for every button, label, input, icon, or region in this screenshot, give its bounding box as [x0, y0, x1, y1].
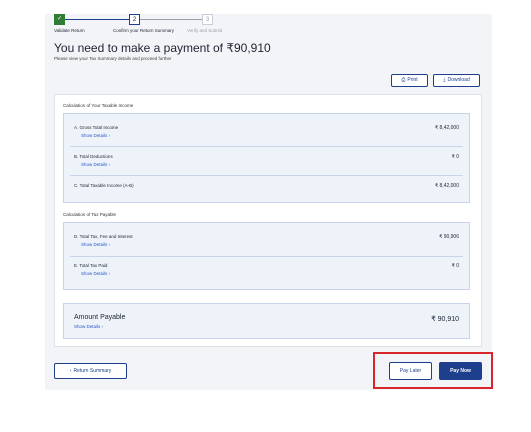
- download-label: Download: [447, 77, 470, 83]
- step-3-indicator: 3: [202, 14, 213, 25]
- step-connector: [140, 19, 202, 20]
- tax-payable-heading: Calculation of Tax Payable: [63, 212, 116, 217]
- return-summary-button[interactable]: ‹ Return Summary: [54, 363, 127, 379]
- table-row: A. Gross Total Income Show Details › ₹ 8…: [64, 114, 469, 144]
- show-details-link[interactable]: Show Details ›: [81, 271, 110, 276]
- chevron-right-icon: ›: [108, 133, 111, 138]
- chevron-left-icon: ‹: [69, 368, 72, 374]
- pay-now-button[interactable]: Pay Now: [439, 362, 482, 380]
- chevron-right-icon: ›: [108, 162, 111, 167]
- table-row: D. Total Tax, Fee and Interest Show Deta…: [64, 223, 469, 255]
- chevron-right-icon: ›: [108, 271, 111, 276]
- total-tax-label: D. Total Tax, Fee and Interest: [74, 234, 133, 239]
- chevron-right-icon: ›: [108, 242, 111, 247]
- progress-stepper: ✓ 2 3 Validate Return Confirm your Retur…: [54, 14, 314, 36]
- show-details-link[interactable]: Show Details ›: [74, 324, 103, 329]
- show-details-link[interactable]: Show Details ›: [81, 242, 110, 247]
- print-label: Print: [407, 77, 418, 83]
- step-connector: [65, 19, 129, 20]
- total-tax-paid-label: E. Total Tax Paid: [74, 263, 108, 268]
- amount-payable-label: Amount Payable: [74, 314, 126, 321]
- table-row: C. Total Taxable Income (A-B) ₹ 8,42,000: [64, 176, 469, 203]
- download-icon: ⤓: [443, 77, 446, 83]
- pay-later-button[interactable]: Pay Later: [389, 362, 432, 380]
- tax-payable-group: D. Total Tax, Fee and Interest Show Deta…: [63, 222, 470, 290]
- total-deductions-value: ₹ 0: [451, 154, 459, 160]
- table-row: E. Total Tax Paid Show Details › ₹ 0: [64, 257, 469, 289]
- step-2-label: Confirm your Return Summary: [113, 28, 175, 33]
- gross-total-income-label: A. Gross Total Income: [74, 125, 119, 130]
- printer-icon: ⎙: [401, 77, 406, 83]
- amount-payable-value: ₹ 90,910: [431, 316, 459, 323]
- gross-total-income-value: ₹ 8,42,000: [434, 125, 459, 131]
- taxable-income-heading: Calculation of Your Taxable Income: [63, 103, 134, 108]
- show-details-link[interactable]: Show Details ›: [81, 133, 110, 138]
- total-taxable-income-value: ₹ 8,42,000: [434, 183, 459, 189]
- step-1-check-icon: ✓: [54, 14, 65, 25]
- taxable-income-group: A. Gross Total Income Show Details › ₹ 8…: [63, 113, 470, 203]
- total-deductions-label: B. Total Deductions: [74, 154, 113, 159]
- total-taxable-income-label: C. Total Taxable Income (A-B): [74, 183, 134, 188]
- return-summary-label: Return Summary: [73, 368, 112, 374]
- total-tax-paid-value: ₹ 0: [451, 263, 459, 269]
- amount-payable-box: Amount Payable Show Details › ₹ 90,910: [63, 303, 470, 339]
- chevron-right-icon: ›: [101, 324, 104, 329]
- step-3-label: Verify and Submit: [187, 28, 223, 33]
- total-tax-value: ₹ 90,906: [439, 234, 459, 240]
- show-details-link[interactable]: Show Details ›: [81, 162, 110, 167]
- step-1-label: Validate Return: [54, 28, 85, 33]
- download-button[interactable]: ⤓ Download: [433, 74, 480, 87]
- page-title: You need to make a payment of ₹90,910: [54, 41, 271, 55]
- print-button[interactable]: ⎙ Print: [391, 74, 428, 87]
- table-row: B. Total Deductions Show Details › ₹ 0: [64, 147, 469, 175]
- step-2-indicator: 2: [129, 14, 140, 25]
- page-subtitle: Please view your Tax Summary details and…: [54, 56, 172, 61]
